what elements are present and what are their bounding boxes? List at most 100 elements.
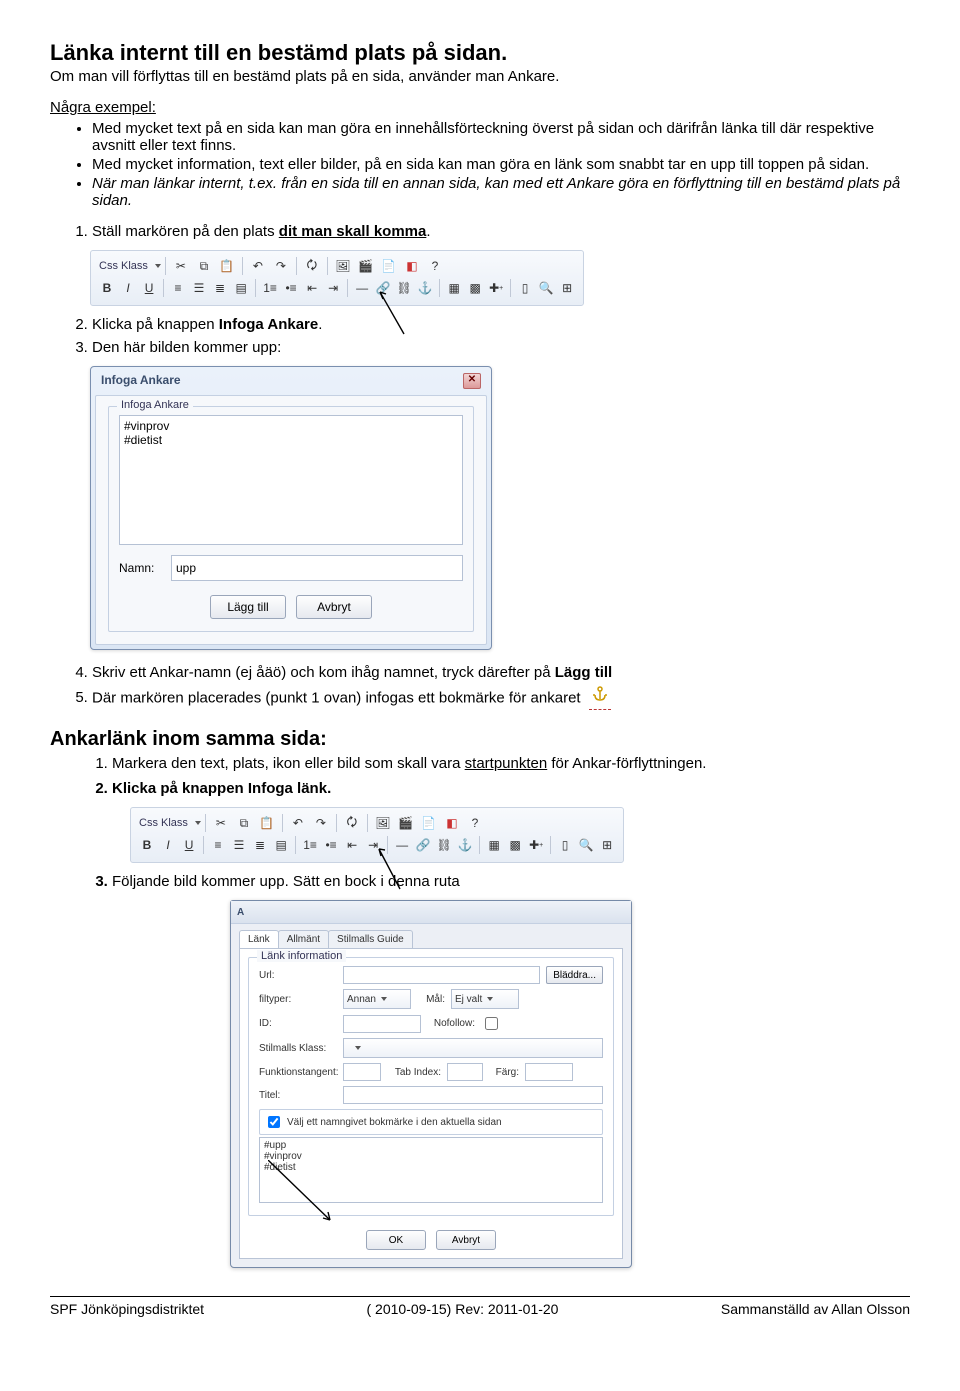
search-icon[interactable]: 🔍 — [536, 277, 556, 299]
grid2-icon[interactable]: ▩ — [465, 277, 485, 299]
grid-icon[interactable]: ▦ — [444, 277, 464, 299]
ok-button[interactable]: OK — [366, 1230, 426, 1250]
undo-icon[interactable]: ↶ — [287, 812, 309, 834]
paste-icon[interactable]: 📋 — [216, 255, 238, 277]
list-item[interactable]: #vinprov — [264, 1151, 598, 1162]
anchor-icon[interactable]: ⚓ — [415, 277, 435, 299]
align-justify-icon[interactable]: ▤ — [231, 277, 251, 299]
align-center-icon[interactable]: ☰ — [229, 834, 249, 856]
table-icon[interactable]: ⊞ — [597, 834, 617, 856]
image-icon[interactable]: 🖼 — [372, 812, 394, 834]
align-left-icon[interactable]: ≡ — [168, 277, 188, 299]
help-icon[interactable]: ? — [424, 255, 446, 277]
copy-icon[interactable]: ⧉ — [193, 255, 215, 277]
chevron-down-icon[interactable] — [155, 264, 161, 268]
cut-icon[interactable]: ✂ — [210, 812, 232, 834]
outdent-icon[interactable]: ⇤ — [342, 834, 362, 856]
indent-icon[interactable]: ⇥ — [363, 834, 383, 856]
link-icon[interactable]: 🔗 — [373, 277, 393, 299]
close-icon[interactable]: ✕ — [463, 373, 481, 389]
fieldset-legend: Infoga Ankare — [117, 399, 193, 411]
doc-icon[interactable]: 📄 — [378, 255, 400, 277]
add-button[interactable]: Lägg till — [210, 595, 286, 619]
plus-icon[interactable]: ✚+ — [526, 834, 546, 856]
page-icon[interactable]: ▯ — [555, 834, 575, 856]
align-center-icon[interactable]: ☰ — [189, 277, 209, 299]
doc-icon[interactable]: 📄 — [418, 812, 440, 834]
target-select[interactable]: Ej valt — [451, 989, 519, 1009]
title-input[interactable] — [343, 1086, 603, 1104]
align-left-icon[interactable]: ≡ — [208, 834, 228, 856]
ordered-list-icon[interactable]: 1≡ — [300, 834, 320, 856]
unordered-list-icon[interactable]: •≡ — [321, 834, 341, 856]
dialog-fieldset: Infoga Ankare #vinprov #dietist Namn: Lä… — [108, 406, 474, 632]
image-icon[interactable]: 🖼 — [332, 255, 354, 277]
hr-icon[interactable]: — — [392, 834, 412, 856]
unlink-icon[interactable]: ⛓ — [434, 834, 454, 856]
list-item[interactable]: #dietist — [124, 433, 458, 447]
table-icon[interactable]: ⊞ — [557, 277, 577, 299]
underline-icon[interactable]: U — [179, 834, 199, 856]
italic-icon[interactable]: I — [118, 277, 138, 299]
replace-icon[interactable]: 🗘 — [341, 812, 363, 834]
fkey-input[interactable] — [343, 1063, 381, 1081]
paste-icon[interactable]: 📋 — [256, 812, 278, 834]
link-icon[interactable]: 🔗 — [413, 834, 433, 856]
plus-icon[interactable]: ✚+ — [486, 277, 506, 299]
nofollow-checkbox[interactable] — [485, 1017, 498, 1030]
color-input[interactable] — [525, 1063, 573, 1081]
anchor-name-input[interactable] — [171, 555, 463, 581]
align-right-icon[interactable]: ≣ — [250, 834, 270, 856]
italic-text: När man länkar internt, t.ex. från en si… — [92, 175, 900, 209]
grid2-icon[interactable]: ▩ — [505, 834, 525, 856]
search-icon[interactable]: 🔍 — [576, 834, 596, 856]
list-item[interactable]: #upp — [264, 1140, 598, 1151]
examples-heading: Några exempel: — [50, 99, 910, 116]
anchor-icon[interactable]: ⚓ — [455, 834, 475, 856]
outdent-icon[interactable]: ⇤ — [302, 277, 322, 299]
redo-icon[interactable]: ↷ — [310, 812, 332, 834]
id-input[interactable] — [343, 1015, 421, 1033]
unlink-icon[interactable]: ⛓ — [394, 277, 414, 299]
cancel-button[interactable]: Avbryt — [296, 595, 372, 619]
url-input[interactable] — [343, 966, 540, 984]
hr-icon[interactable]: — — [352, 277, 372, 299]
italic-icon[interactable]: I — [158, 834, 178, 856]
bookmark-list[interactable]: #upp #vinprov #dietist — [259, 1137, 603, 1203]
browse-button[interactable]: Bläddra... — [546, 966, 603, 984]
cut-icon[interactable]: ✂ — [170, 255, 192, 277]
named-bookmark-row: Välj ett namngivet bokmärke i den aktuel… — [259, 1109, 603, 1135]
filetype-select[interactable]: Annan — [343, 989, 411, 1009]
replace-icon[interactable]: 🗘 — [301, 255, 323, 277]
tab-general[interactable]: Allmänt — [278, 930, 329, 948]
redo-icon[interactable]: ↷ — [270, 255, 292, 277]
indent-icon[interactable]: ⇥ — [323, 277, 343, 299]
anchor-listbox[interactable]: #vinprov #dietist — [119, 415, 463, 545]
underline-icon[interactable]: U — [139, 277, 159, 299]
named-bookmark-checkbox[interactable] — [268, 1116, 280, 1128]
grid-icon[interactable]: ▦ — [484, 834, 504, 856]
chevron-down-icon[interactable] — [195, 821, 201, 825]
undo-icon[interactable]: ↶ — [247, 255, 269, 277]
ordered-list-icon[interactable]: 1≡ — [260, 277, 280, 299]
align-right-icon[interactable]: ≣ — [210, 277, 230, 299]
copy-icon[interactable]: ⧉ — [233, 812, 255, 834]
unordered-list-icon[interactable]: •≡ — [281, 277, 301, 299]
bold-icon[interactable]: B — [97, 277, 117, 299]
tab-styleguide[interactable]: Stilmalls Guide — [328, 930, 413, 948]
help-icon[interactable]: ? — [464, 812, 486, 834]
tab-link[interactable]: Länk — [239, 930, 279, 948]
pdf-icon[interactable]: ◧ — [441, 812, 463, 834]
bold-icon[interactable]: B — [137, 834, 157, 856]
list-item[interactable]: #dietist — [264, 1162, 598, 1173]
styleclass-select[interactable] — [343, 1038, 603, 1058]
media-icon[interactable]: 🎬 — [355, 255, 377, 277]
tabindex-input[interactable] — [447, 1063, 483, 1081]
media-icon[interactable]: 🎬 — [395, 812, 417, 834]
list-item[interactable]: #vinprov — [124, 419, 458, 433]
align-justify-icon[interactable]: ▤ — [271, 834, 291, 856]
page-icon[interactable]: ▯ — [515, 277, 535, 299]
tabindex-label: Tab Index: — [387, 1067, 441, 1078]
cancel-button[interactable]: Avbryt — [436, 1230, 496, 1250]
pdf-icon[interactable]: ◧ — [401, 255, 423, 277]
